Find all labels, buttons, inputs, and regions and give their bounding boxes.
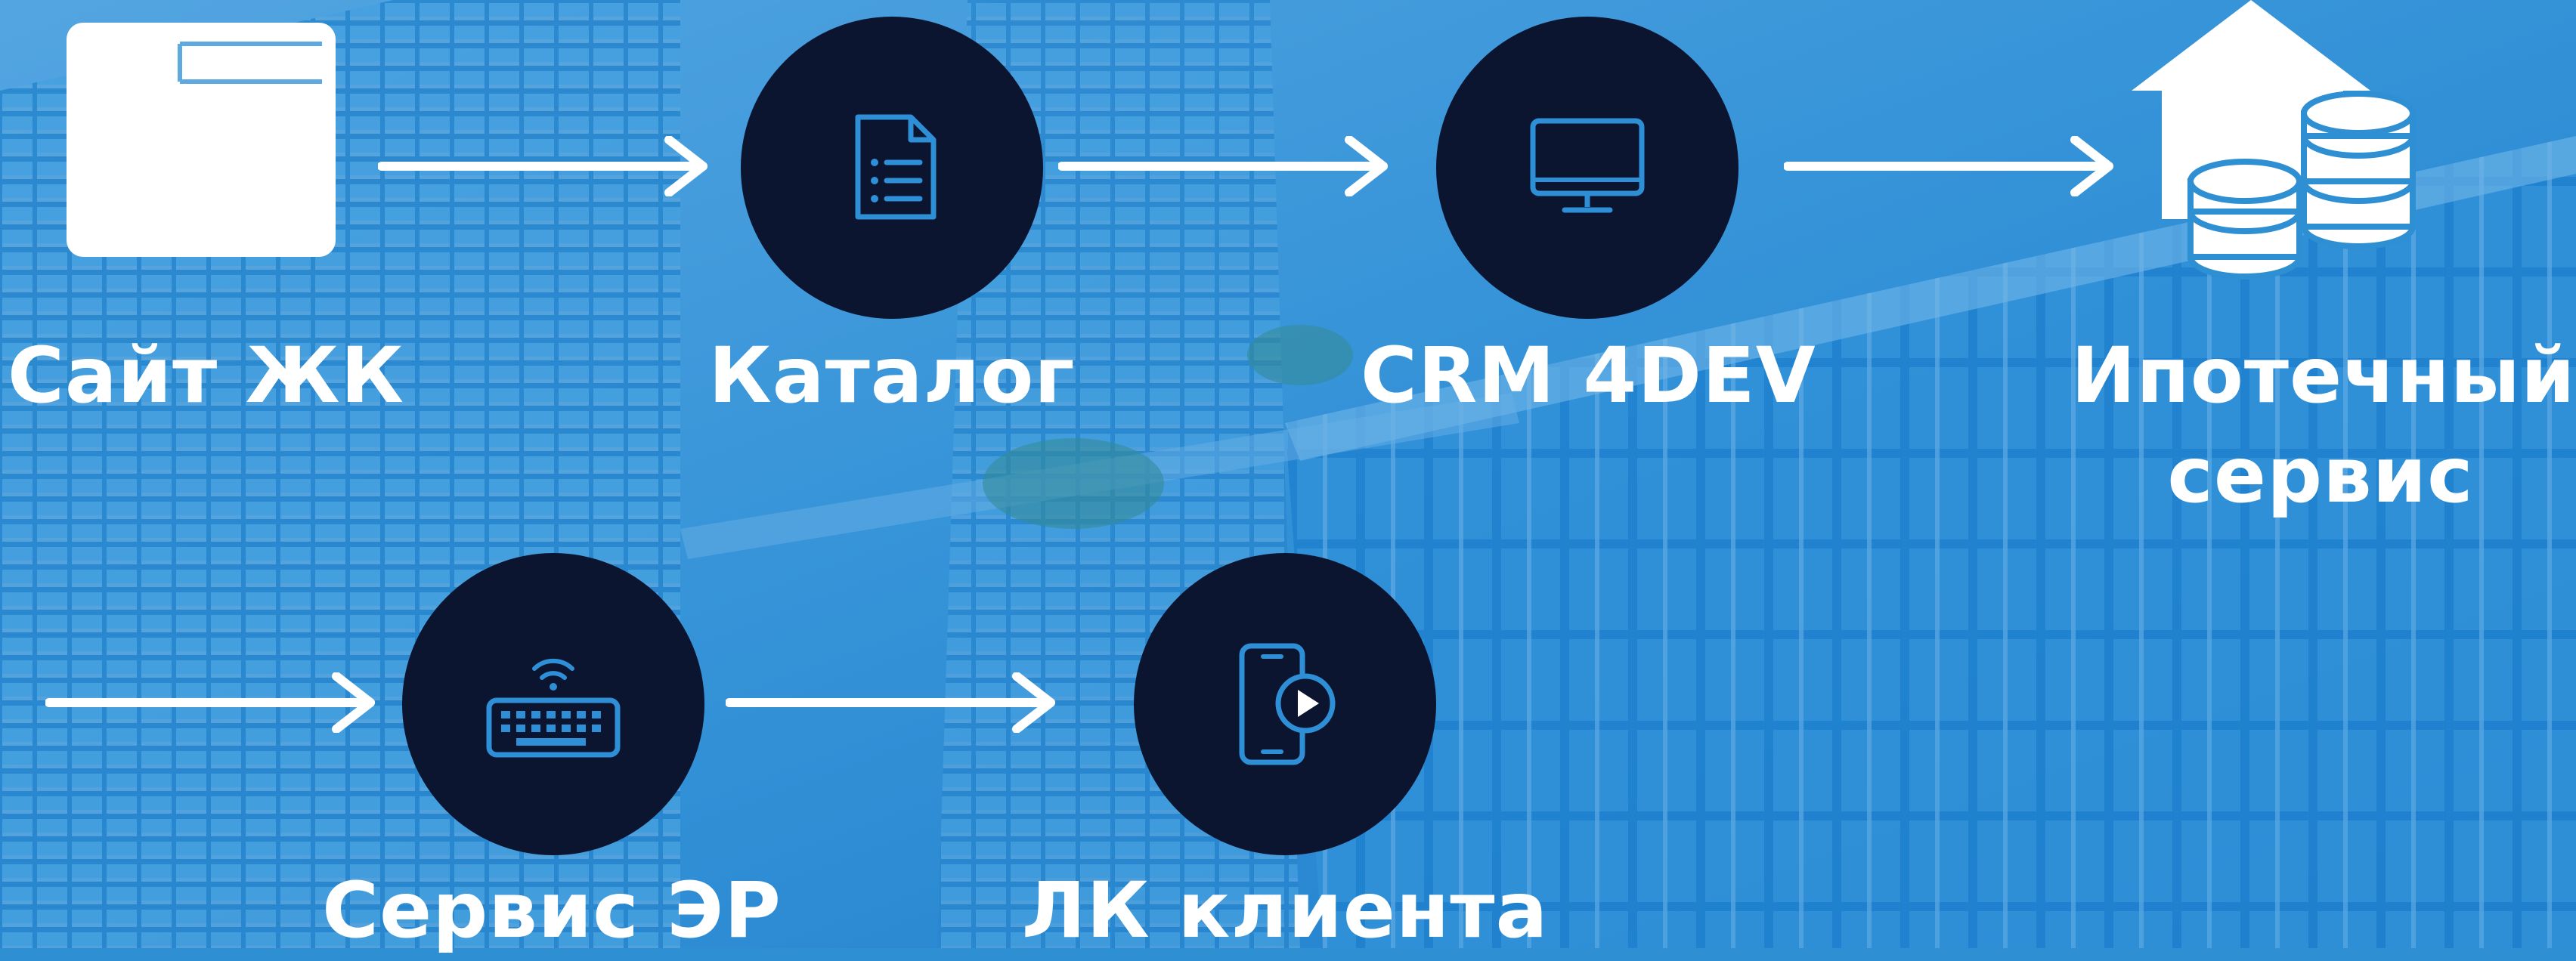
- node-site-label: Сайт ЖК: [8, 331, 405, 421]
- node-lk: [1134, 553, 1436, 855]
- node-crm: [1436, 17, 1738, 319]
- browser-window-icon: [67, 23, 336, 257]
- node-mortgage-label-line2: сервис: [2167, 431, 2474, 521]
- smartphone-play-icon: [1239, 643, 1336, 765]
- node-crm-label: CRM 4DEV: [1361, 331, 1816, 421]
- node-mortgage-label-line1: Ипотечный: [2071, 331, 2576, 421]
- monitor-icon: [1530, 118, 1645, 213]
- node-lk-label: ЛК клиента: [1021, 866, 1549, 956]
- wireless-keyboard-icon: [486, 658, 621, 758]
- house-coins-icon: [2132, 0, 2416, 280]
- arrow-catalog-to-crm: [1058, 136, 1388, 196]
- arrow-into-er: [45, 672, 375, 733]
- node-catalog: [741, 17, 1043, 319]
- arrow-er-to-lk: [726, 672, 1055, 733]
- node-catalog-label: Каталог: [708, 331, 1076, 421]
- node-er-label: Сервис ЭР: [322, 866, 782, 956]
- node-er: [402, 553, 704, 855]
- arrow-crm-to-mortgage: [1784, 136, 2113, 196]
- document-list-icon: [855, 114, 937, 220]
- arrow-site-to-catalog: [378, 136, 707, 196]
